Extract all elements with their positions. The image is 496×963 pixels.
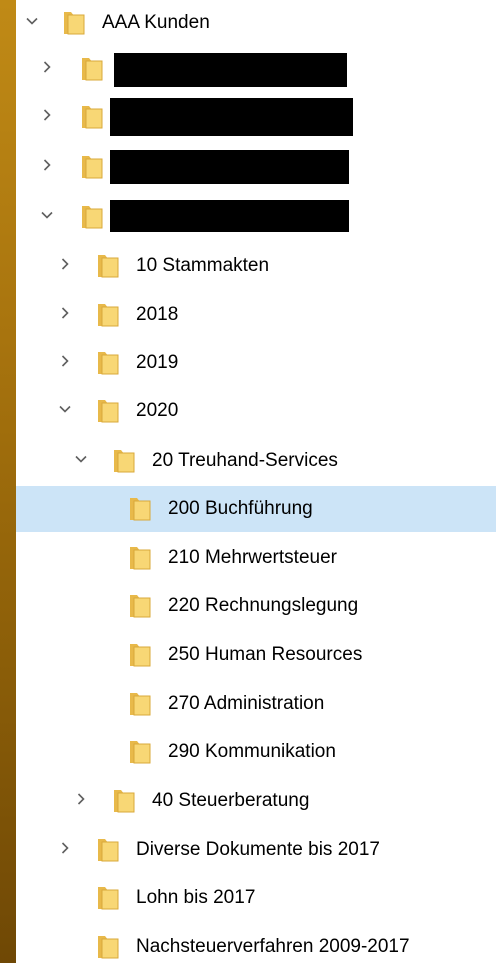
tree-row-diverse-dokumente[interactable]: Diverse Dokumente bis 2017: [16, 827, 496, 873]
tree-row-2020[interactable]: 2020: [16, 388, 496, 434]
tree-row-2019[interactable]: 2019: [16, 340, 496, 386]
redacted-label: [114, 53, 347, 87]
tree-row-290-kommunikation[interactable]: 290 Kommunikation: [16, 729, 496, 775]
folder-icon: [112, 788, 136, 814]
chevron-right-icon[interactable]: [40, 158, 54, 172]
folder-icon: [96, 837, 120, 863]
tree-row-210-mehrwertsteuer[interactable]: 210 Mehrwertsteuer: [16, 535, 496, 581]
folder-icon: [128, 545, 152, 571]
folder-icon: [96, 398, 120, 424]
tree-row-redacted-4[interactable]: [16, 194, 496, 240]
tree-item-label: 210 Mehrwertsteuer: [168, 547, 337, 568]
tree-row-250-human-resources[interactable]: 250 Human Resources: [16, 632, 496, 678]
chevron-down-icon[interactable]: [58, 402, 72, 416]
tree-item-label: AAA Kunden: [102, 12, 210, 33]
folder-icon: [96, 934, 120, 960]
folder-icon: [96, 253, 120, 279]
chevron-down-icon[interactable]: [40, 208, 54, 222]
folder-icon: [62, 10, 86, 36]
redacted-label: [110, 200, 349, 232]
tree-item-label: 40 Steuerberatung: [152, 790, 310, 811]
folder-icon: [128, 593, 152, 619]
tree-row-270-administration[interactable]: 270 Administration: [16, 681, 496, 727]
tree-row-redacted-2[interactable]: [16, 94, 496, 140]
tree-item-label: 10 Stammakten: [136, 255, 270, 276]
redacted-label: [110, 98, 353, 136]
chevron-down-icon[interactable]: [74, 452, 88, 466]
folder-icon: [80, 56, 104, 82]
tree-item-label: 2018: [136, 304, 179, 325]
chevron-right-icon[interactable]: [74, 792, 88, 806]
tree-item-label: 2020: [136, 400, 179, 421]
folder-icon: [128, 496, 152, 522]
folder-tree-panel[interactable]: AAA Kunden 10 Stammakten 2018 2019 2020 …: [16, 0, 496, 963]
folder-icon: [128, 691, 152, 717]
redacted-label: [110, 150, 349, 184]
folder-icon: [128, 739, 152, 765]
tree-row-nachsteuerverfahren[interactable]: Nachsteuerverfahren 2009-2017: [16, 924, 496, 963]
chevron-right-icon[interactable]: [58, 354, 72, 368]
tree-item-label: 220 Rechnungslegung: [168, 595, 359, 616]
chevron-down-icon[interactable]: [25, 14, 39, 28]
folder-icon: [128, 642, 152, 668]
folder-icon: [112, 448, 136, 474]
folder-icon: [96, 350, 120, 376]
tree-row-aaa-kunden[interactable]: AAA Kunden: [16, 0, 496, 46]
tree-row-lohn-bis-2017[interactable]: Lohn bis 2017: [16, 875, 496, 921]
chevron-right-icon[interactable]: [40, 108, 54, 122]
tree-item-label: Nachsteuerverfahren 2009-2017: [136, 936, 410, 957]
tree-item-label: 290 Kommunikation: [168, 741, 336, 762]
folder-icon: [80, 104, 104, 130]
chevron-right-icon[interactable]: [40, 60, 54, 74]
folder-icon: [80, 204, 104, 230]
tree-row-220-rechnungslegung[interactable]: 220 Rechnungslegung: [16, 583, 496, 629]
tree-item-label: 2019: [136, 352, 179, 373]
tree-row-20-treuhand-services[interactable]: 20 Treuhand-Services: [16, 438, 496, 484]
tree-item-label: 250 Human Resources: [168, 644, 363, 665]
tree-row-200-buchfuehrung[interactable]: 200 Buchführung: [16, 486, 496, 532]
tree-row-10-stammakten[interactable]: 10 Stammakten: [16, 243, 496, 289]
tree-item-label: 200 Buchführung: [168, 498, 313, 519]
folder-icon: [96, 885, 120, 911]
tree-item-label: Lohn bis 2017: [136, 887, 256, 908]
chevron-right-icon[interactable]: [58, 841, 72, 855]
chevron-right-icon[interactable]: [58, 257, 72, 271]
tree-item-label: Diverse Dokumente bis 2017: [136, 839, 380, 860]
tree-row-40-steuerberatung[interactable]: 40 Steuerberatung: [16, 778, 496, 824]
tree-row-redacted-1[interactable]: [16, 46, 496, 92]
chevron-right-icon[interactable]: [58, 306, 72, 320]
tree-row-2018[interactable]: 2018: [16, 292, 496, 338]
tree-item-label: 20 Treuhand-Services: [152, 450, 338, 471]
folder-icon: [80, 154, 104, 180]
tree-item-label: 270 Administration: [168, 693, 325, 714]
tree-row-redacted-3[interactable]: [16, 144, 496, 190]
folder-icon: [96, 302, 120, 328]
